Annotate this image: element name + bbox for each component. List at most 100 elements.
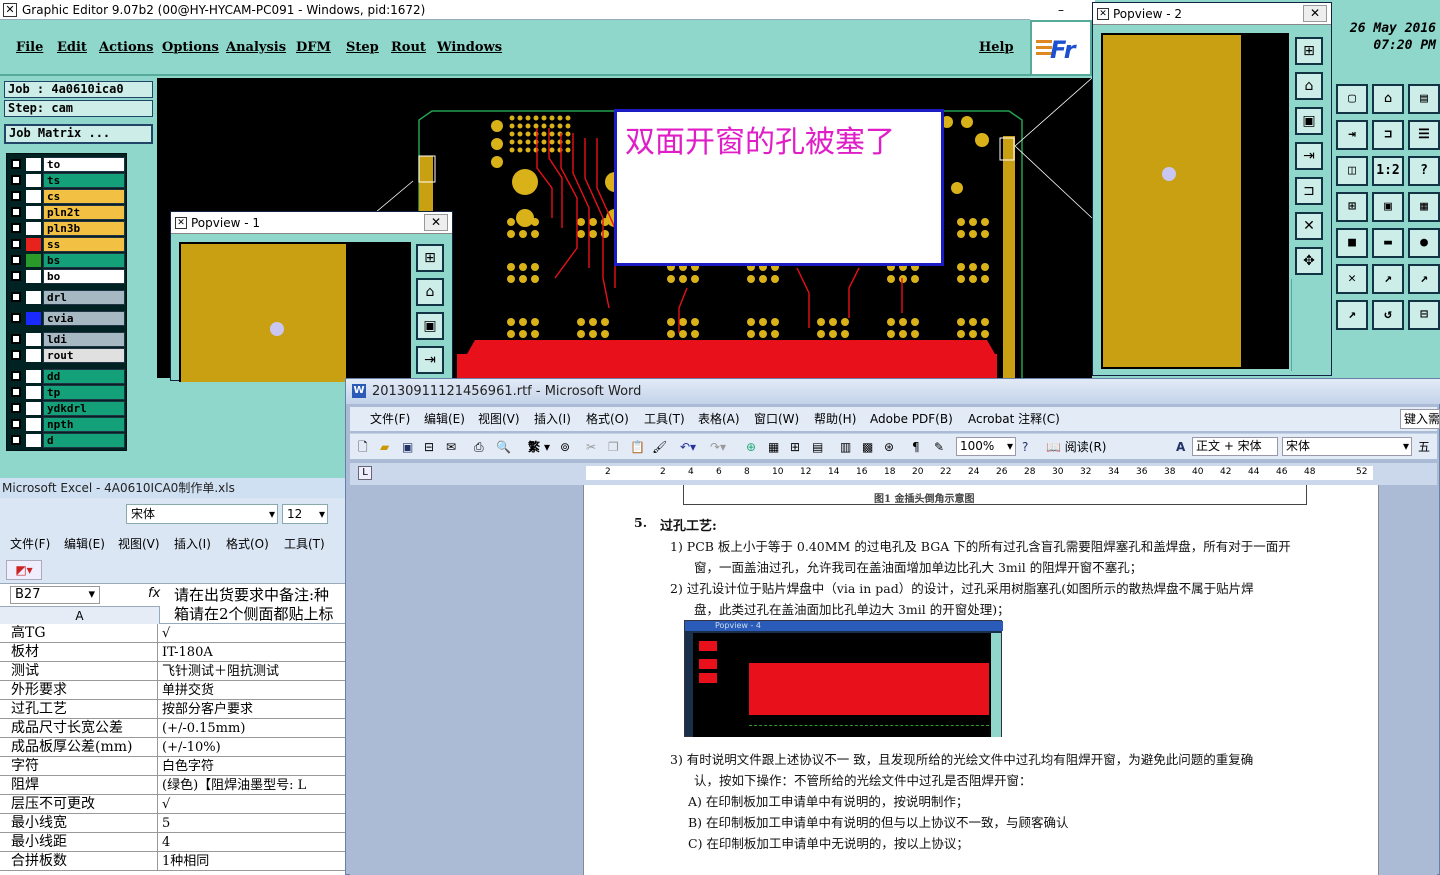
word-menu-adobe-pdf[interactable]: Adobe PDF(B) bbox=[870, 407, 953, 431]
layer-checkbox[interactable] bbox=[11, 435, 21, 445]
cell-a[interactable]: 板材 bbox=[10, 643, 158, 661]
cell-a[interactable]: 成品尺寸长宽公差 bbox=[10, 719, 158, 737]
cell-b[interactable]: 1种相同 bbox=[160, 852, 345, 870]
ink-icon[interactable]: ✎ bbox=[934, 434, 944, 460]
cell-b[interactable]: (+/-10%) bbox=[160, 738, 345, 756]
layer-name[interactable]: dd bbox=[43, 369, 125, 384]
hyperlink-icon[interactable]: ⊕ bbox=[746, 434, 756, 460]
layer-row-to[interactable]: to bbox=[7, 157, 125, 172]
cell-a[interactable]: 层压不可更改 bbox=[10, 795, 158, 813]
word-menu-view[interactable]: 视图(V) bbox=[478, 407, 520, 431]
redo-icon[interactable]: ↷▾ bbox=[710, 434, 726, 460]
layer-checkbox[interactable] bbox=[11, 292, 21, 302]
layer-checkbox[interactable] bbox=[11, 387, 21, 397]
format-painter-icon[interactable]: 🖌 bbox=[652, 434, 667, 460]
word-menu-format[interactable]: 格式(O) bbox=[586, 407, 629, 431]
layer-checkbox[interactable] bbox=[11, 207, 21, 217]
save-icon[interactable]: ▣ bbox=[402, 434, 413, 460]
word-menu-insert[interactable]: 插入(I) bbox=[534, 407, 571, 431]
word-menu-tools[interactable]: 工具(T) bbox=[644, 407, 685, 431]
layer-name[interactable]: tp bbox=[43, 385, 125, 400]
menu-edit[interactable]: Edit bbox=[57, 40, 87, 55]
excel-menu-edit[interactable]: 编辑(E) bbox=[64, 534, 105, 554]
help-search-box[interactable]: 键入需 bbox=[1400, 409, 1440, 429]
layer-checkbox[interactable] bbox=[11, 371, 21, 381]
layer-color-swatch[interactable] bbox=[26, 333, 41, 346]
cell-a[interactable]: 字符 bbox=[10, 757, 158, 775]
pan-icon[interactable]: ⇥ bbox=[416, 346, 444, 374]
insert-excel-icon[interactable]: ▤ bbox=[812, 434, 823, 460]
tool-button-19[interactable]: ↗ bbox=[1336, 300, 1368, 330]
layer-name[interactable]: npth bbox=[43, 417, 125, 432]
horizontal-ruler[interactable]: L 2 2 4 6 8 10 12 14 16 18 20 22 24 26 28 30 32 34 36 38 40 4… bbox=[350, 463, 1437, 485]
layer-color-swatch[interactable] bbox=[26, 270, 41, 283]
zoom-in-icon[interactable]: ▣ bbox=[416, 312, 444, 340]
layer-row-ss[interactable]: ss bbox=[7, 237, 125, 252]
cross-icon[interactable]: ✕ bbox=[1295, 212, 1323, 240]
layer-color-swatch[interactable] bbox=[26, 174, 41, 187]
layer-name[interactable]: pln2t bbox=[43, 205, 125, 220]
layer-checkbox[interactable] bbox=[11, 191, 21, 201]
font-select[interactable]: 宋体 ▾ bbox=[1282, 437, 1412, 456]
cell-b[interactable]: (绿色)【阻焊油墨型号: L bbox=[160, 776, 345, 794]
layer-checkbox[interactable] bbox=[11, 223, 21, 233]
layer-checkbox[interactable] bbox=[11, 239, 21, 249]
step-icon[interactable]: ⊐ bbox=[1295, 177, 1323, 205]
layer-row-cvia[interactable]: cvia bbox=[7, 311, 125, 326]
print-preview-icon[interactable]: 🔍 bbox=[496, 434, 511, 460]
layer-color-swatch[interactable] bbox=[26, 402, 41, 415]
excel-menu-file[interactable]: 文件(F) bbox=[10, 534, 50, 554]
layer-checkbox[interactable] bbox=[11, 271, 21, 281]
tool-button-17[interactable]: ↗ bbox=[1372, 264, 1404, 294]
layer-color-swatch[interactable] bbox=[26, 254, 41, 267]
print-icon[interactable]: ⎙ bbox=[474, 434, 484, 460]
layer-checkbox[interactable] bbox=[11, 403, 21, 413]
cell-a[interactable]: 测试 bbox=[10, 662, 158, 680]
layer-name[interactable]: ldi bbox=[43, 332, 125, 347]
excel-font-select[interactable]: 宋体 ▾ bbox=[126, 504, 278, 524]
word-menu-acrobat[interactable]: Acrobat 注释(C) bbox=[968, 407, 1060, 431]
name-box[interactable]: B27 ▾ bbox=[10, 586, 100, 604]
home-icon[interactable]: ⌂ bbox=[416, 278, 444, 306]
layer-name[interactable]: cvia bbox=[43, 311, 125, 326]
layer-name[interactable]: rout bbox=[43, 348, 125, 363]
cell-b[interactable]: IT-180A bbox=[160, 643, 345, 661]
cell-b[interactable]: 5 bbox=[160, 814, 345, 832]
layer-name[interactable]: to bbox=[43, 157, 125, 172]
font-size-select[interactable]: 五 bbox=[1418, 434, 1430, 460]
insert-table-icon[interactable]: ⊞ bbox=[790, 434, 800, 460]
tool-button-12[interactable]: ▦ bbox=[1408, 192, 1440, 222]
tool-button-20[interactable]: ↺ bbox=[1372, 300, 1404, 330]
layer-checkbox[interactable] bbox=[11, 313, 21, 323]
excel-menu-view[interactable]: 视图(V) bbox=[118, 534, 160, 554]
tool-button-21[interactable]: ⊟ bbox=[1408, 300, 1440, 330]
job-matrix-button[interactable]: Job Matrix ... bbox=[4, 124, 153, 144]
tool-button-8[interactable]: 1:2 bbox=[1372, 156, 1404, 186]
layer-color-swatch[interactable] bbox=[26, 349, 41, 362]
layer-row-rout[interactable]: rout bbox=[7, 348, 125, 363]
tool-button-10[interactable]: ⊞ bbox=[1336, 192, 1368, 222]
cell-a[interactable]: 最小线宽 bbox=[10, 814, 158, 832]
show-hide-icon[interactable]: ¶ bbox=[912, 434, 920, 460]
word-menu-help[interactable]: 帮助(H) bbox=[814, 407, 856, 431]
layer-name[interactable]: d bbox=[43, 433, 125, 448]
tool-button-14[interactable]: ▬ bbox=[1372, 228, 1404, 258]
popview-2-titlebar[interactable]: ✕ Popview - 2 ✕ bbox=[1093, 3, 1331, 25]
layer-color-swatch[interactable] bbox=[26, 370, 41, 383]
layer-row-ts[interactable]: ts bbox=[7, 173, 125, 188]
menu-options[interactable]: Options bbox=[162, 40, 219, 55]
zoom-in-icon[interactable]: ▣ bbox=[1295, 107, 1323, 135]
cell-b[interactable]: (+/-0.15mm) bbox=[160, 719, 345, 737]
tool-button-9[interactable]: ? bbox=[1408, 156, 1440, 186]
layer-name[interactable]: pln3b bbox=[43, 221, 125, 236]
layer-color-swatch[interactable] bbox=[26, 434, 41, 447]
excel-menu-insert[interactable]: 插入(I) bbox=[174, 534, 211, 554]
layer-row-tp[interactable]: tp bbox=[7, 385, 125, 400]
cell-a[interactable]: 合拼板数 bbox=[10, 852, 158, 870]
cell-b[interactable]: √ bbox=[160, 624, 345, 642]
menu-windows[interactable]: Windows bbox=[437, 40, 502, 55]
cell-a[interactable]: 最小线距 bbox=[10, 833, 158, 851]
excel-size-select[interactable]: 12 ▾ bbox=[282, 504, 328, 524]
layer-color-swatch[interactable] bbox=[26, 222, 41, 235]
help-icon[interactable]: ? bbox=[1022, 434, 1028, 460]
